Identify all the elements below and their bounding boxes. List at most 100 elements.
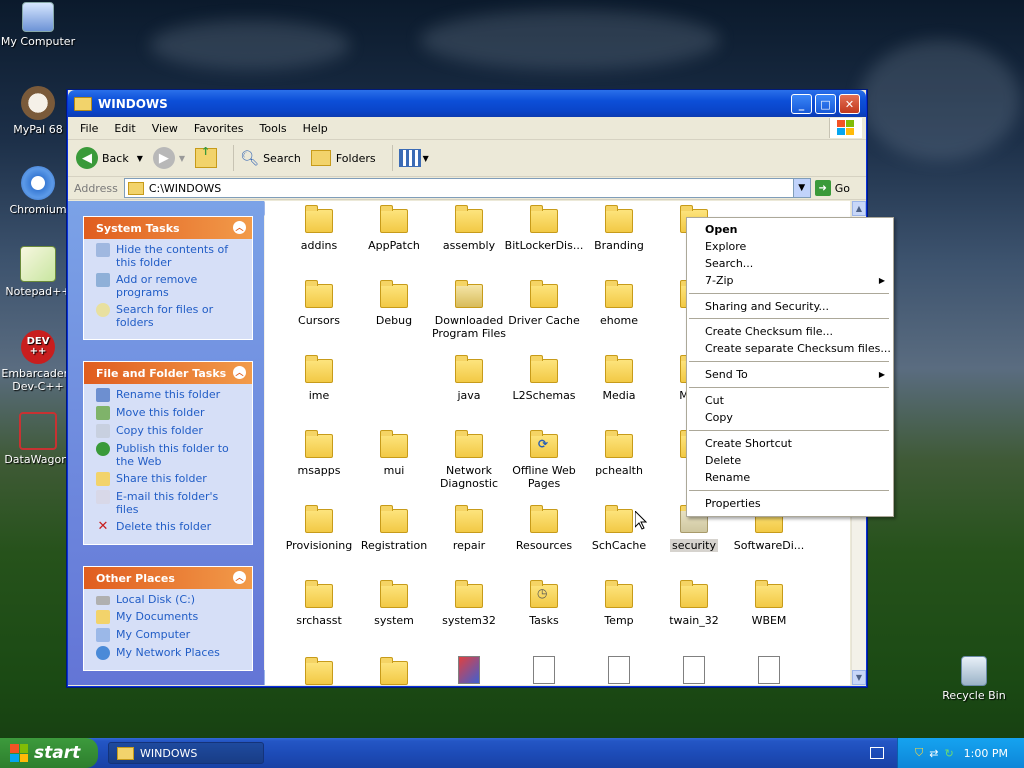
ctx-sharing-security[interactable]: Sharing and Security... xyxy=(687,298,893,315)
folder-item[interactable]: Cursors xyxy=(279,280,359,327)
folder-item[interactable]: Downloaded Program Files xyxy=(429,280,509,340)
place-my-computer[interactable]: My Computer xyxy=(96,628,244,642)
folder-item[interactable]: BitLockerDis... xyxy=(504,205,584,252)
ctx-send-to[interactable]: Send To ▶ xyxy=(687,366,893,383)
ctx-create-shortcut[interactable]: Create Shortcut xyxy=(687,435,893,452)
address-dropdown-button[interactable]: ▼ xyxy=(792,179,810,197)
views-button[interactable]: ▼ xyxy=(398,149,429,167)
ctx-delete[interactable]: Delete xyxy=(687,452,893,469)
task-add-remove-programs[interactable]: Add or remove programs xyxy=(96,273,244,299)
folder-item[interactable] xyxy=(279,657,359,685)
folder-item[interactable]: Branding xyxy=(579,205,659,252)
collapse-chevron-icon[interactable]: ︿ xyxy=(233,366,246,379)
folder-item[interactable]: java xyxy=(429,355,509,402)
folder-item[interactable]: ime xyxy=(279,355,359,402)
menu-edit[interactable]: Edit xyxy=(106,122,143,135)
menu-view[interactable]: View xyxy=(144,122,186,135)
system-tasks-header[interactable]: System Tasks ︿ xyxy=(84,217,252,239)
menu-favorites[interactable]: Favorites xyxy=(186,122,252,135)
task-delete-folder[interactable]: ✕ Delete this folder xyxy=(96,520,244,534)
file-item[interactable] xyxy=(729,656,809,685)
file-item[interactable] xyxy=(504,656,584,685)
go-button[interactable]: ➜ Go xyxy=(814,180,850,196)
folder-item[interactable]: Network Diagnostic xyxy=(429,430,509,490)
folder-item[interactable]: mui xyxy=(354,430,434,477)
folder-item[interactable]: system xyxy=(354,580,434,627)
folder-item[interactable]: system32 xyxy=(429,580,509,627)
back-button[interactable]: ◀ Back ▼ xyxy=(76,147,143,169)
folder-item[interactable]: SchCache xyxy=(579,505,659,552)
title-bar[interactable]: WINDOWS _ □ ✕ xyxy=(68,90,866,117)
menu-tools[interactable]: Tools xyxy=(252,122,295,135)
collapse-chevron-icon[interactable]: ︿ xyxy=(233,221,246,234)
folder-item[interactable]: Media xyxy=(579,355,659,402)
ctx-open[interactable]: Open xyxy=(687,221,893,238)
folder-item[interactable]: WBEM xyxy=(729,580,809,627)
task-rename-folder[interactable]: Rename this folder xyxy=(96,388,244,402)
folder-item[interactable]: ◷ Tasks xyxy=(504,580,584,627)
folder-item[interactable]: AppPatch xyxy=(354,205,434,252)
folder-item[interactable]: L2Schemas xyxy=(504,355,584,402)
folder-item[interactable]: Resources xyxy=(504,505,584,552)
task-hide-contents[interactable]: Hide the contents of this folder xyxy=(96,243,244,269)
folder-item[interactable]: twain_32 xyxy=(654,580,734,627)
folder-item[interactable]: addins xyxy=(279,205,359,252)
taskbar-item-windows[interactable]: WINDOWS xyxy=(108,742,264,764)
network-icon[interactable]: ⇄ xyxy=(929,747,938,760)
folder-item[interactable]: ehome xyxy=(579,280,659,327)
task-copy-folder[interactable]: Copy this folder xyxy=(96,424,244,438)
folder-item[interactable]: assembly xyxy=(429,205,509,252)
file-folder-tasks-header[interactable]: File and Folder Tasks ︿ xyxy=(84,362,252,384)
other-places-header[interactable]: Other Places ︿ xyxy=(84,567,252,589)
ctx-create-checksum[interactable]: Create Checksum file... xyxy=(687,323,893,340)
folder-item[interactable]: Driver Cache xyxy=(504,280,584,327)
collapse-chevron-icon[interactable]: ︿ xyxy=(233,571,246,584)
search-button[interactable]: 🔍︎ Search xyxy=(240,149,301,167)
folder-item[interactable]: Provisioning xyxy=(279,505,359,552)
ctx-search[interactable]: Search... xyxy=(687,255,893,272)
menu-file[interactable]: File xyxy=(72,122,106,135)
folder-item[interactable]: ⟳ Offline Web Pages xyxy=(504,430,584,490)
up-folder-button[interactable]: ↑ xyxy=(195,145,218,168)
menu-help[interactable]: Help xyxy=(295,122,336,135)
place-local-disk[interactable]: Local Disk (C:) xyxy=(96,593,244,606)
file-item[interactable] xyxy=(429,656,509,685)
ctx-properties[interactable]: Properties xyxy=(687,495,893,512)
place-my-network[interactable]: My Network Places xyxy=(96,646,244,660)
task-search-files[interactable]: Search for files or folders xyxy=(96,303,244,329)
ctx-explore[interactable]: Explore xyxy=(687,238,893,255)
forward-button[interactable]: ▶ ▼ xyxy=(152,147,185,169)
address-input[interactable]: C:\WINDOWS ▼ xyxy=(123,178,811,198)
safely-remove-icon[interactable]: ↻ xyxy=(944,747,953,760)
ctx-7zip[interactable]: 7-Zip ▶ xyxy=(687,272,893,289)
task-email-files[interactable]: E-mail this folder's files xyxy=(96,490,244,516)
start-button[interactable]: start xyxy=(0,738,98,768)
folder-item[interactable]: Debug xyxy=(354,280,434,327)
file-item[interactable] xyxy=(579,656,659,685)
folder-item[interactable]: repair xyxy=(429,505,509,552)
folder-item[interactable] xyxy=(354,657,434,685)
folder-item[interactable]: Temp xyxy=(579,580,659,627)
desktop-icon-my-computer[interactable]: My Computer xyxy=(0,2,80,48)
folders-button[interactable]: Folders xyxy=(310,150,376,166)
ctx-rename[interactable]: Rename xyxy=(687,469,893,486)
minimize-button[interactable]: _ xyxy=(791,94,812,114)
folder-item[interactable]: msapps xyxy=(279,430,359,477)
close-button[interactable]: ✕ xyxy=(839,94,860,114)
file-item[interactable] xyxy=(654,656,734,685)
ctx-create-separate-checksum[interactable]: Create separate Checksum files... xyxy=(687,340,893,357)
clock[interactable]: 1:00 PM xyxy=(964,747,1008,760)
scroll-up-button[interactable]: ▲ xyxy=(852,201,866,216)
security-shield-icon[interactable]: ⛉ xyxy=(915,746,923,760)
folder-item[interactable]: Registration xyxy=(354,505,434,552)
scroll-down-button[interactable]: ▼ xyxy=(852,670,866,685)
ctx-copy[interactable]: Copy xyxy=(687,409,893,426)
ctx-cut[interactable]: Cut xyxy=(687,392,893,409)
task-publish-web[interactable]: Publish this folder to the Web xyxy=(96,442,244,468)
folder-item[interactable]: srchasst xyxy=(279,580,359,627)
maximize-button[interactable]: □ xyxy=(815,94,836,114)
task-share-folder[interactable]: Share this folder xyxy=(96,472,244,486)
task-move-folder[interactable]: Move this folder xyxy=(96,406,244,420)
folder-item[interactable]: pchealth xyxy=(579,430,659,477)
place-my-documents[interactable]: My Documents xyxy=(96,610,244,624)
